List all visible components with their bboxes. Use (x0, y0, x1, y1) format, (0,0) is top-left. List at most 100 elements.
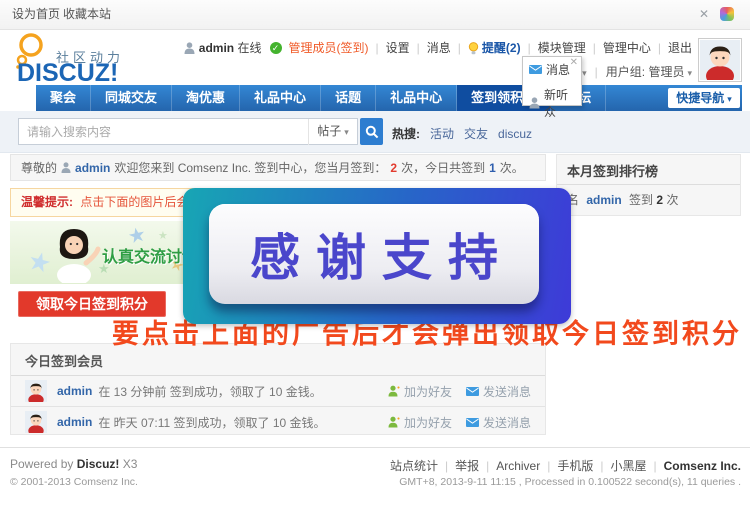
divider (369, 41, 386, 55)
header-username[interactable]: admin (199, 41, 234, 55)
dropdown-listener-label: 新听众 (544, 86, 575, 120)
banner-person-illustration (46, 225, 102, 283)
footer-version: X3 (123, 457, 138, 471)
user-meta-row: 3 用户组: 管理员 (572, 63, 692, 80)
footer-links: 站点统计 举报 Archiver 手机版 小黑屋 Comsenz Inc. (390, 457, 741, 474)
mail-icon (466, 418, 479, 427)
footer-link-mobile[interactable]: 手机版 (557, 457, 593, 474)
hot-link-jiaoyou[interactable]: 交友 (464, 125, 488, 142)
nav-item-lipin1[interactable]: 礼品中心 (240, 85, 321, 111)
member-username[interactable]: admin (57, 384, 92, 398)
tip-label: 温馨提示: (21, 195, 73, 209)
divider (410, 41, 427, 55)
divider (586, 41, 603, 55)
today-signin-count: 1 (489, 161, 496, 175)
month-signin-count: 2 (390, 161, 397, 175)
member-actions: 加为好友 发送消息 (388, 414, 531, 431)
add-friend-link[interactable]: 加为好友 (388, 383, 452, 400)
messages-link[interactable]: 消息 (427, 39, 451, 56)
rank-username[interactable]: admin (586, 193, 621, 207)
user-icon (184, 42, 195, 54)
add-friend-link[interactable]: 加为好友 (388, 414, 452, 431)
search-box: 帖子 (18, 118, 358, 145)
powered-by: Powered by Discuz! X3 (10, 457, 137, 471)
nav-item-huati[interactable]: 话题 (321, 85, 376, 111)
site-header: 社区动力 DISCUZ! admin 在线 ✓ 管理成员(签到) 设置 消息 提… (0, 30, 750, 85)
usergroup-badge[interactable]: 管理成员(签到) (289, 39, 369, 56)
divider (479, 459, 496, 473)
member-avatar[interactable] (25, 380, 47, 402)
rank-suffix: 次 (666, 193, 678, 207)
today-signin-members-panel: 今日签到会员 admin 在 13 分钟前 签到成功，领取了 10 金钱。 (10, 343, 546, 435)
send-message-label: 发送消息 (483, 414, 531, 431)
bookmark-link[interactable]: 收藏本站 (63, 0, 111, 28)
reminder-dropdown: ✕ 消息 新听众 (522, 56, 582, 106)
search-input[interactable] (19, 125, 308, 139)
nav-item-taoyouhui[interactable]: 淘优惠 (172, 85, 240, 111)
rank-row: 名 admin 签到 2 次 (557, 185, 740, 214)
quick-nav-button[interactable]: 快捷导航 (668, 88, 740, 108)
top-strip: 设为首页 收藏本站 ✕ (0, 0, 750, 30)
footer-link-report[interactable]: 举报 (455, 457, 479, 474)
welcome-middle: 欢迎您来到 Comsenz Inc. 签到中心，您当月签到： (114, 159, 386, 176)
quick-nav-label: 快捷导航 (676, 91, 732, 105)
member-username[interactable]: admin (57, 415, 92, 429)
welcome-suffix: 次。 (500, 159, 524, 176)
welcome-username[interactable]: admin (75, 161, 110, 175)
footer-link-archiver[interactable]: Archiver (496, 459, 540, 473)
nav-item-lipin2[interactable]: 礼品中心 (376, 85, 457, 111)
watermark-plate: 感谢支持 (209, 204, 539, 304)
add-friend-label: 加为好友 (404, 383, 452, 400)
add-friend-icon (388, 385, 400, 397)
member-signin-text: 在 昨天 07:11 签到成功，领取了 10 金钱。 (98, 414, 325, 431)
online-status: 在线 (237, 39, 261, 56)
user-icon (61, 162, 71, 173)
avatar[interactable] (698, 38, 742, 82)
watermark-text: 感谢支持 (250, 218, 514, 290)
admin-center-link[interactable]: 管理中心 (603, 39, 651, 56)
qq-connect-icon[interactable] (720, 7, 734, 21)
dropdown-message-label: 消息 (546, 61, 570, 78)
welcome-prefix: 尊敬的 (21, 159, 57, 176)
hot-link-huodong[interactable]: 活动 (430, 125, 454, 142)
footer-brand[interactable]: Discuz! (77, 457, 120, 471)
hot-link-discuz[interactable]: discuz (498, 127, 532, 141)
switch-width-icon[interactable]: ✕ (699, 7, 709, 21)
member-row: admin 在 13 分钟前 签到成功，领取了 10 金钱。 加为好友 发送消息 (11, 376, 545, 407)
member-avatar[interactable] (25, 411, 47, 433)
star-icon: ★ (158, 229, 168, 242)
footer: Powered by Discuz! X3 © 2001-2013 Comsen… (0, 447, 750, 523)
page: 设为首页 收藏本站 ✕ 社区动力 DISCUZ! admin 在线 ✓ (0, 0, 750, 523)
logout-link[interactable]: 退出 (668, 39, 692, 56)
member-actions: 加为好友 发送消息 (388, 383, 531, 400)
set-home-link[interactable]: 设为首页 (12, 0, 60, 28)
add-friend-icon (388, 416, 400, 428)
settings-link[interactable]: 设置 (386, 39, 410, 56)
dropdown-item-new-listener[interactable]: 新听众 (523, 82, 581, 124)
send-message-link[interactable]: 发送消息 (466, 383, 531, 400)
footer-link-comsenz[interactable]: Comsenz Inc. (664, 459, 741, 473)
usergroup-select[interactable]: 用户组: 管理员 (606, 63, 692, 80)
divider (451, 41, 468, 55)
hot-search-label: 热搜: (392, 125, 420, 142)
welcome-mid2: 次，今日共签到 (401, 159, 485, 176)
footer-link-stats[interactable]: 站点统计 (390, 457, 438, 474)
reminder-link[interactable]: 提醒(2) (482, 39, 521, 56)
divider (438, 459, 455, 473)
search-scope-select[interactable]: 帖子 (308, 119, 357, 145)
search-button[interactable] (360, 118, 383, 145)
add-friend-label: 加为好友 (404, 414, 452, 431)
send-message-link[interactable]: 发送消息 (466, 414, 531, 431)
footer-link-darkroom[interactable]: 小黑屋 (611, 457, 647, 474)
divider (647, 459, 664, 473)
listener-icon (529, 97, 540, 109)
discuz-logo[interactable]: 社区动力 DISCUZ! (12, 33, 162, 83)
nav-item-tongcheng[interactable]: 同城交友 (91, 85, 172, 111)
rank-panel-title: 本月签到排行榜 (557, 155, 740, 185)
watermark-stamp: 感谢支持 (183, 188, 571, 324)
close-icon[interactable]: ✕ (570, 57, 578, 68)
module-manage-link[interactable]: 模块管理 (538, 39, 586, 56)
nav-item-juhui[interactable]: 聚会 (36, 85, 91, 111)
user-links-row: admin 在线 ✓ 管理成员(签到) 设置 消息 提醒(2) 模块管理 管理中… (184, 39, 692, 56)
send-message-label: 发送消息 (483, 383, 531, 400)
